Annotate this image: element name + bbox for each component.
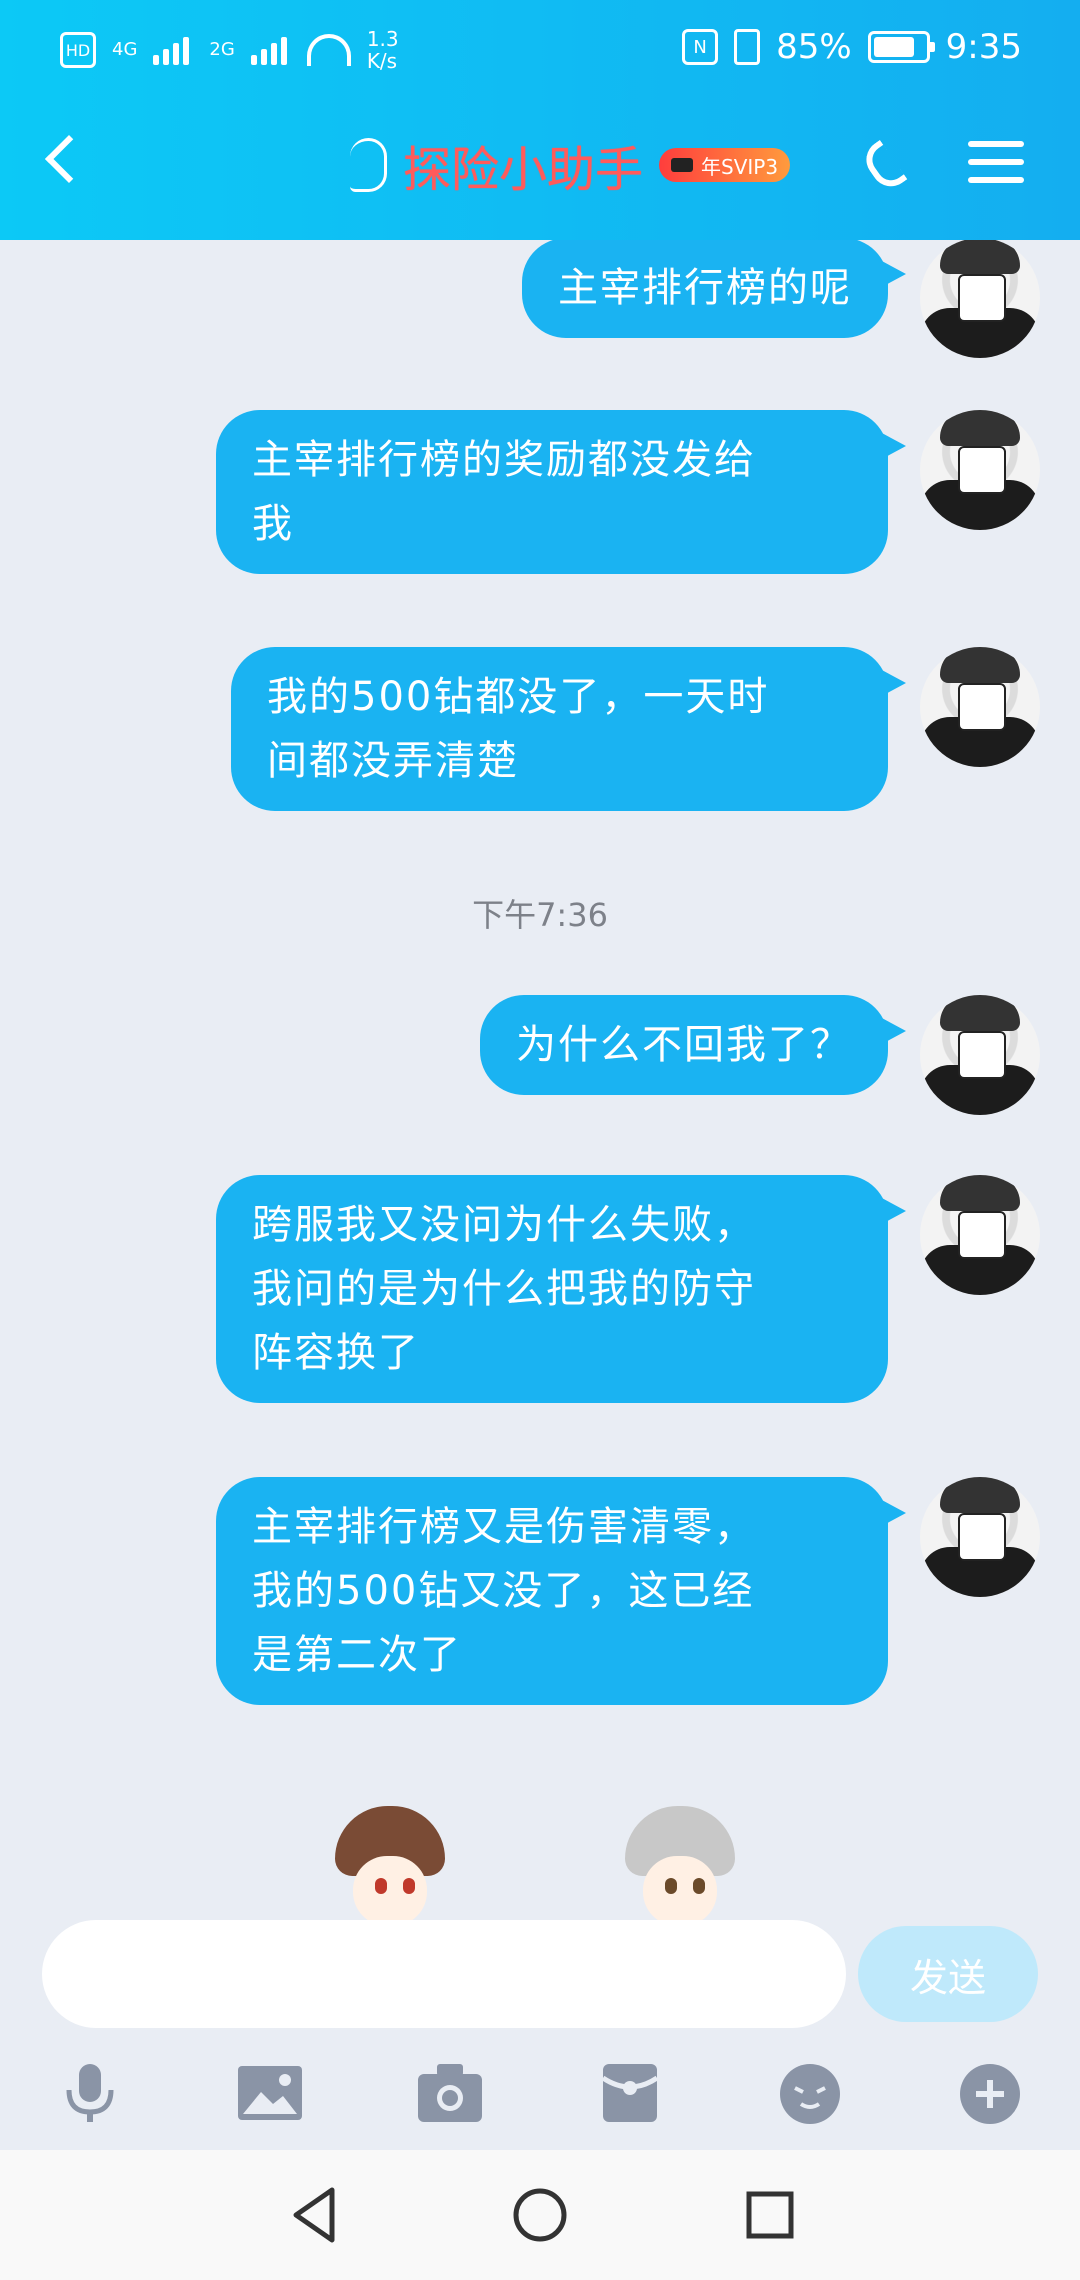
message-row: 我的500钻都没了，一天时 间都没弄清楚	[231, 647, 1040, 811]
avatar[interactable]	[920, 995, 1040, 1115]
nav-back-icon[interactable]	[280, 2180, 350, 2250]
message-bubble[interactable]: 主宰排行榜又是伤害清零， 我的500钻又没了，这已经 是第二次了	[216, 1477, 906, 1705]
sticker-character-brown[interactable]	[325, 1800, 455, 1920]
composer: 发送	[0, 1920, 1080, 2040]
crown-icon	[671, 158, 694, 172]
message-row: 主宰排行榜又是伤害清零， 我的500钻又没了，这已经 是第二次了	[216, 1477, 1040, 1705]
network-type-a: 4G	[112, 39, 138, 60]
hd-indicator: HD	[60, 32, 96, 68]
nav-home-icon[interactable]	[505, 2180, 575, 2250]
image-icon[interactable]	[235, 2060, 305, 2126]
red-packet-icon[interactable]	[595, 2060, 665, 2126]
nav-recents-icon[interactable]	[735, 2180, 805, 2250]
battery-icon	[867, 31, 935, 63]
wifi-icon	[306, 34, 351, 66]
plus-icon[interactable]	[955, 2060, 1025, 2126]
menu-button[interactable]	[968, 139, 1024, 185]
avatar[interactable]	[920, 1477, 1040, 1597]
message-input[interactable]	[42, 1920, 846, 2028]
top-bar: HD 4G 2G 1.3 K/s N 85% 9:35 探险小助手 年SVIP3	[0, 0, 1080, 240]
clock: 9:35	[945, 27, 1022, 67]
send-button[interactable]: 发送	[858, 1926, 1038, 2022]
message-bubble[interactable]: 主宰排行榜的呢	[522, 240, 906, 338]
battery-percent: 85%	[776, 27, 852, 67]
microphone-icon[interactable]	[55, 2060, 125, 2126]
message-list[interactable]: 主宰排行榜的呢 主宰排行榜的奖励都没发给 我 我的500钻都没了，一天时 间都没…	[0, 240, 1080, 1920]
message-row: 跨服我又没问为什么失败， 我问的是为什么把我的防守 阵容换了	[216, 1175, 1040, 1403]
input-toolbar	[0, 2040, 1080, 2150]
chat-title: 探险小助手	[403, 142, 644, 198]
chat-header: 探险小助手 年SVIP3	[0, 95, 1080, 240]
signal-icon	[153, 35, 193, 65]
avatar[interactable]	[920, 240, 1040, 358]
message-bubble[interactable]: 为什么不回我了？	[480, 995, 906, 1095]
message-bubble[interactable]: 跨服我又没问为什么失败， 我问的是为什么把我的防守 阵容换了	[216, 1175, 906, 1403]
vibrate-icon	[734, 29, 761, 65]
phone-call-button[interactable]	[862, 137, 914, 189]
signal-icon	[250, 35, 291, 65]
system-navigation-bar	[0, 2150, 1080, 2280]
network-type-b: 2G	[209, 39, 235, 60]
network-speed: 1.3 K/s	[366, 27, 399, 73]
back-button[interactable]	[40, 130, 80, 186]
svip-badge: 年SVIP3	[659, 148, 791, 182]
message-row: 主宰排行榜的奖励都没发给 我	[216, 410, 1040, 574]
nfc-icon: N	[682, 29, 719, 65]
message-bubble[interactable]: 主宰排行榜的奖励都没发给 我	[216, 410, 906, 574]
emoji-icon[interactable]	[775, 2060, 845, 2126]
earpiece-mode-icon	[350, 138, 387, 192]
message-row: 为什么不回我了？	[480, 995, 1040, 1115]
avatar[interactable]	[920, 1175, 1040, 1295]
camera-icon[interactable]	[415, 2060, 485, 2126]
message-bubble[interactable]: 我的500钻都没了，一天时 间都没弄清楚	[231, 647, 906, 811]
status-bar: HD 4G 2G 1.3 K/s N 85% 9:35	[0, 0, 1080, 95]
avatar[interactable]	[920, 647, 1040, 767]
timestamp: 下午7:36	[472, 896, 608, 934]
chat-title-area[interactable]: 探险小助手 年SVIP3	[350, 135, 791, 198]
avatar[interactable]	[920, 410, 1040, 530]
sticker-character-silver[interactable]	[615, 1800, 745, 1920]
message-row: 主宰排行榜的呢	[522, 240, 1040, 358]
